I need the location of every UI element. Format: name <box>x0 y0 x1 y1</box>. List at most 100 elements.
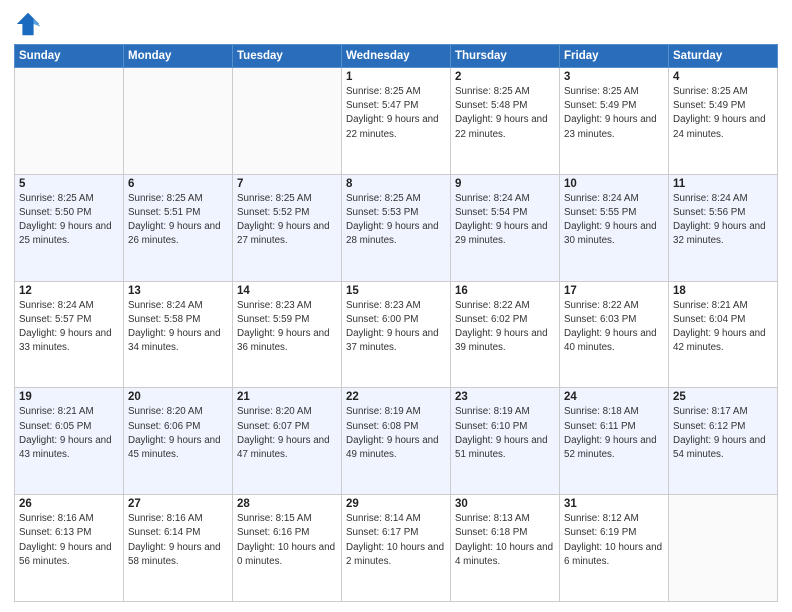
day-cell: 20 Sunrise: 8:20 AMSunset: 6:06 PMDayligh… <box>124 388 233 495</box>
day-info: Sunrise: 8:24 AMSunset: 5:57 PMDaylight:… <box>19 299 119 356</box>
day-number: 28 <box>237 498 337 510</box>
day-cell: 30 Sunrise: 8:13 AMSunset: 6:18 PMDayligh… <box>451 495 560 602</box>
day-number: 8 <box>346 178 446 190</box>
day-info: Sunrise: 8:24 AMSunset: 5:54 PMDaylight:… <box>455 192 555 249</box>
day-number: 2 <box>455 71 555 83</box>
day-info: Sunrise: 8:16 AMSunset: 6:14 PMDaylight:… <box>128 512 228 569</box>
day-cell: 5 Sunrise: 8:25 AMSunset: 5:50 PMDaylight… <box>15 174 124 281</box>
weekday-header-tuesday: Tuesday <box>233 45 342 68</box>
day-number: 30 <box>455 498 555 510</box>
day-cell: 25Sunrise: 8:17 AMSunset: 6:12 PMDayligh… <box>669 388 778 495</box>
header <box>14 10 778 38</box>
logo <box>14 10 46 38</box>
day-cell: 13Sunrise: 8:24 AMSunset: 5:58 PMDayligh… <box>124 281 233 388</box>
day-number: 1 <box>346 71 446 83</box>
day-cell: 3Sunrise: 8:25 AMSunset: 5:49 PMDaylight… <box>560 68 669 175</box>
day-number: 20 <box>128 391 228 403</box>
day-number: 16 <box>455 285 555 297</box>
day-cell: 18 Sunrise: 8:21 AMSunset: 6:04 PMDayligh… <box>669 281 778 388</box>
day-cell <box>124 68 233 175</box>
day-cell: 12 Sunrise: 8:24 AMSunset: 5:57 PMDayligh… <box>15 281 124 388</box>
day-info: Sunrise: 8:13 AMSunset: 6:18 PMDaylight:… <box>455 512 555 569</box>
day-number: 6 <box>128 178 228 190</box>
weekday-header-thursday: Thursday <box>451 45 560 68</box>
weekday-header-monday: Monday <box>124 45 233 68</box>
weekday-header-row: SundayMondayTuesdayWednesdayThursdayFrid… <box>15 45 778 68</box>
day-number: 31 <box>564 498 664 510</box>
day-number: 25 <box>673 391 773 403</box>
day-cell <box>669 495 778 602</box>
day-cell: 1 Sunrise: 8:25 AMSunset: 5:47 PMDaylight… <box>342 68 451 175</box>
day-cell: 9 Sunrise: 8:24 AMSunset: 5:54 PMDaylight… <box>451 174 560 281</box>
day-cell <box>233 68 342 175</box>
day-info: Sunrise: 8:25 AMSunset: 5:48 PMDaylight:… <box>455 85 555 142</box>
day-info: Sunrise: 8:21 AMSunset: 6:04 PMDaylight:… <box>673 299 773 356</box>
week-row-1: 5 Sunrise: 8:25 AMSunset: 5:50 PMDaylight… <box>15 174 778 281</box>
day-cell: 19 Sunrise: 8:21 AMSunset: 6:05 PMDayligh… <box>15 388 124 495</box>
calendar-table: SundayMondayTuesdayWednesdayThursdayFrid… <box>14 44 778 602</box>
weekday-header-saturday: Saturday <box>669 45 778 68</box>
day-info: Sunrise: 8:19 AMSunset: 6:10 PMDaylight:… <box>455 405 555 462</box>
day-cell: 7Sunrise: 8:25 AMSunset: 5:52 PMDaylight… <box>233 174 342 281</box>
day-info: Sunrise: 8:25 AMSunset: 5:50 PMDaylight:… <box>19 192 119 249</box>
day-info: Sunrise: 8:21 AMSunset: 6:05 PMDaylight:… <box>19 405 119 462</box>
day-number: 26 <box>19 498 119 510</box>
day-info: Sunrise: 8:16 AMSunset: 6:13 PMDaylight:… <box>19 512 119 569</box>
day-cell: 23 Sunrise: 8:19 AMSunset: 6:10 PMDayligh… <box>451 388 560 495</box>
day-number: 15 <box>346 285 446 297</box>
day-cell: 4 Sunrise: 8:25 AMSunset: 5:49 PMDaylight… <box>669 68 778 175</box>
day-number: 23 <box>455 391 555 403</box>
day-cell: 24 Sunrise: 8:18 AMSunset: 6:11 PMDayligh… <box>560 388 669 495</box>
day-cell: 16Sunrise: 8:22 AMSunset: 6:02 PMDayligh… <box>451 281 560 388</box>
day-cell: 22 Sunrise: 8:19 AMSunset: 6:08 PMDayligh… <box>342 388 451 495</box>
day-info: Sunrise: 8:23 AMSunset: 6:00 PMDaylight:… <box>346 299 446 356</box>
day-info: Sunrise: 8:20 AMSunset: 6:06 PMDaylight:… <box>128 405 228 462</box>
weekday-header-sunday: Sunday <box>15 45 124 68</box>
day-number: 29 <box>346 498 446 510</box>
day-info: Sunrise: 8:25 AMSunset: 5:47 PMDaylight:… <box>346 85 446 142</box>
day-info: Sunrise: 8:24 AMSunset: 5:56 PMDaylight:… <box>673 192 773 249</box>
day-number: 11 <box>673 178 773 190</box>
day-info: Sunrise: 8:23 AMSunset: 5:59 PMDaylight:… <box>237 299 337 356</box>
day-number: 4 <box>673 71 773 83</box>
day-info: Sunrise: 8:22 AMSunset: 6:03 PMDaylight:… <box>564 299 664 356</box>
day-cell: 29Sunrise: 8:14 AMSunset: 6:17 PMDayligh… <box>342 495 451 602</box>
day-cell: 27 Sunrise: 8:16 AMSunset: 6:14 PMDayligh… <box>124 495 233 602</box>
day-number: 9 <box>455 178 555 190</box>
day-number: 18 <box>673 285 773 297</box>
day-number: 19 <box>19 391 119 403</box>
week-row-3: 19 Sunrise: 8:21 AMSunset: 6:05 PMDayligh… <box>15 388 778 495</box>
day-number: 24 <box>564 391 664 403</box>
week-row-2: 12 Sunrise: 8:24 AMSunset: 5:57 PMDayligh… <box>15 281 778 388</box>
day-number: 21 <box>237 391 337 403</box>
day-cell: 2 Sunrise: 8:25 AMSunset: 5:48 PMDaylight… <box>451 68 560 175</box>
day-cell: 15 Sunrise: 8:23 AMSunset: 6:00 PMDayligh… <box>342 281 451 388</box>
day-number: 7 <box>237 178 337 190</box>
day-info: Sunrise: 8:19 AMSunset: 6:08 PMDaylight:… <box>346 405 446 462</box>
day-number: 27 <box>128 498 228 510</box>
weekday-header-friday: Friday <box>560 45 669 68</box>
day-cell: 26 Sunrise: 8:16 AMSunset: 6:13 PMDayligh… <box>15 495 124 602</box>
day-cell: 31 Sunrise: 8:12 AMSunset: 6:19 PMDayligh… <box>560 495 669 602</box>
day-info: Sunrise: 8:24 AMSunset: 5:58 PMDaylight:… <box>128 299 228 356</box>
day-info: Sunrise: 8:12 AMSunset: 6:19 PMDaylight:… <box>564 512 664 569</box>
day-number: 12 <box>19 285 119 297</box>
day-info: Sunrise: 8:24 AMSunset: 5:55 PMDaylight:… <box>564 192 664 249</box>
day-number: 10 <box>564 178 664 190</box>
day-cell <box>15 68 124 175</box>
page: SundayMondayTuesdayWednesdayThursdayFrid… <box>0 0 792 612</box>
day-info: Sunrise: 8:25 AMSunset: 5:49 PMDaylight:… <box>673 85 773 142</box>
day-cell: 17Sunrise: 8:22 AMSunset: 6:03 PMDayligh… <box>560 281 669 388</box>
day-number: 3 <box>564 71 664 83</box>
day-number: 14 <box>237 285 337 297</box>
weekday-header-wednesday: Wednesday <box>342 45 451 68</box>
day-cell: 8Sunrise: 8:25 AMSunset: 5:53 PMDaylight… <box>342 174 451 281</box>
day-number: 5 <box>19 178 119 190</box>
day-info: Sunrise: 8:18 AMSunset: 6:11 PMDaylight:… <box>564 405 664 462</box>
week-row-0: 1 Sunrise: 8:25 AMSunset: 5:47 PMDaylight… <box>15 68 778 175</box>
day-cell: 14 Sunrise: 8:23 AMSunset: 5:59 PMDayligh… <box>233 281 342 388</box>
logo-icon <box>14 10 42 38</box>
day-cell: 10 Sunrise: 8:24 AMSunset: 5:55 PMDayligh… <box>560 174 669 281</box>
day-number: 22 <box>346 391 446 403</box>
day-cell: 6Sunrise: 8:25 AMSunset: 5:51 PMDaylight… <box>124 174 233 281</box>
